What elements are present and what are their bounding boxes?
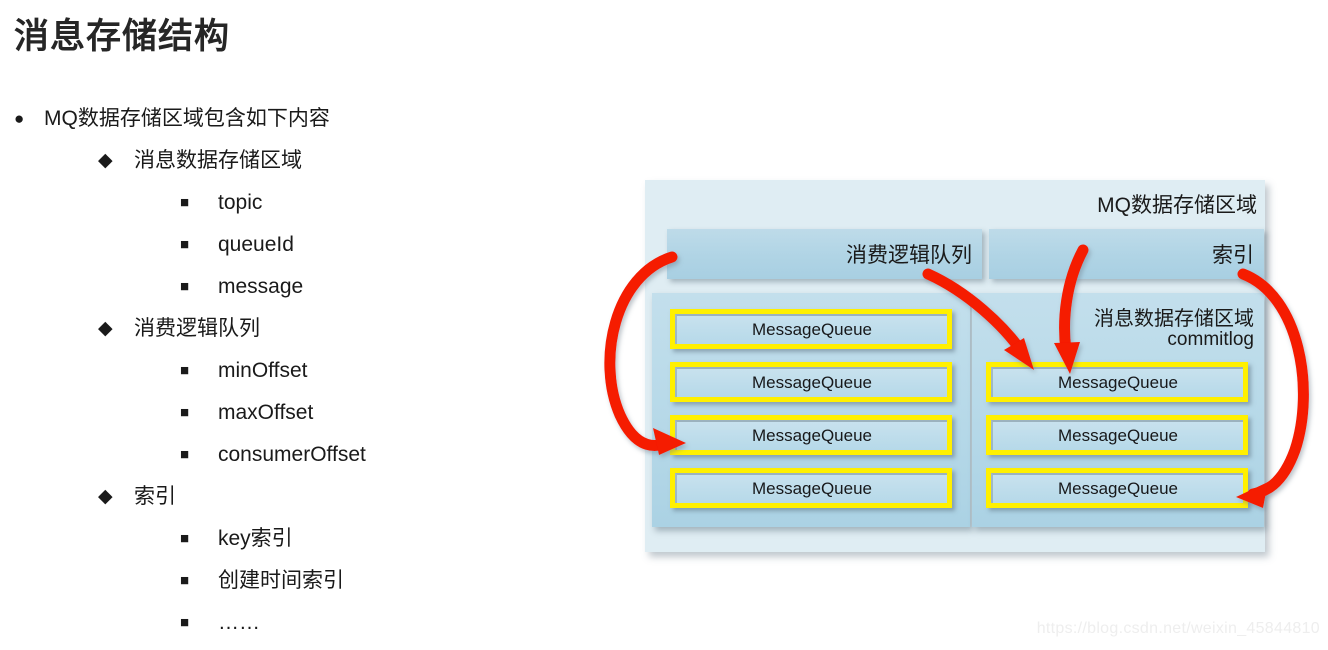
message-queue-label: MessageQueue — [1057, 373, 1179, 392]
container-title: MQ数据存储区域 — [1097, 194, 1257, 217]
square-bullet-icon: ■ — [180, 614, 190, 631]
list-item: ■ …… — [0, 602, 620, 644]
list-item: ■ minOffset — [0, 350, 620, 392]
commitlog-panel: 消息数据存储区域 commitlog MessageQueue MessageQ… — [972, 293, 1264, 527]
message-queue-box: MessageQueue — [670, 415, 952, 455]
diamond-bullet-icon: ◆ — [98, 318, 113, 339]
list-item-label: 创建时间索引 — [218, 569, 344, 592]
message-queue-box: MessageQueue — [670, 468, 952, 508]
message-queue-box: MessageQueue — [670, 309, 952, 349]
consume-queue-panel: MessageQueue MessageQueue MessageQueue M… — [652, 293, 970, 527]
list-item: ◆ 消费逻辑队列 — [0, 308, 620, 350]
list-item: ● MQ数据存储区域包含如下内容 — [0, 98, 620, 140]
list-item: ■ topic — [0, 182, 620, 224]
square-bullet-icon: ■ — [180, 572, 190, 589]
watermark: https://blog.csdn.net/weixin_45844810 — [1036, 620, 1320, 637]
message-queue-box: MessageQueue — [986, 468, 1248, 508]
message-queue-label: MessageQueue — [751, 426, 873, 445]
square-bullet-icon: ■ — [180, 362, 190, 379]
list-item-label: 消费逻辑队列 — [134, 317, 260, 340]
list-item-label: 索引 — [134, 485, 176, 508]
list-item: ■ consumerOffset — [0, 434, 620, 476]
storage-structure-diagram: MQ数据存储区域 消费逻辑队列 索引 MessageQueue MessageQ… — [645, 180, 1265, 552]
message-queue-box: MessageQueue — [986, 362, 1248, 402]
message-queue-box: MessageQueue — [670, 362, 952, 402]
message-queue-inner: MessageQueue — [991, 420, 1243, 450]
message-queue-label: MessageQueue — [1057, 426, 1179, 445]
message-queue-label: MessageQueue — [751, 373, 873, 392]
square-bullet-icon: ■ — [180, 278, 190, 295]
disc-bullet-icon: ● — [14, 109, 25, 128]
list-item: ■ key索引 — [0, 518, 620, 560]
list-item: ■ 创建时间索引 — [0, 560, 620, 602]
list-item-label: consumerOffset — [218, 443, 366, 466]
message-queue-inner: MessageQueue — [675, 420, 947, 450]
outline-list: ● MQ数据存储区域包含如下内容 ◆ 消息数据存储区域 ■ topic ■ qu… — [0, 98, 620, 644]
list-item-label: MQ数据存储区域包含如下内容 — [44, 107, 330, 130]
square-bullet-icon: ■ — [180, 446, 190, 463]
square-bullet-icon: ■ — [180, 404, 190, 421]
square-bullet-icon: ■ — [180, 530, 190, 547]
header-consume-queue: 消费逻辑队列 — [667, 229, 982, 279]
list-item: ■ queueId — [0, 224, 620, 266]
message-queue-inner: MessageQueue — [991, 367, 1243, 397]
square-bullet-icon: ■ — [180, 194, 190, 211]
list-item: ■ message — [0, 266, 620, 308]
message-queue-inner: MessageQueue — [675, 367, 947, 397]
header-label: 索引 — [1212, 244, 1254, 267]
message-queue-label: MessageQueue — [751, 479, 873, 498]
list-item-label: 消息数据存储区域 — [134, 149, 302, 172]
list-item-label: queueId — [218, 233, 294, 256]
message-queue-inner: MessageQueue — [675, 314, 947, 344]
list-item-label: minOffset — [218, 359, 308, 382]
list-item-label: …… — [218, 611, 260, 634]
diamond-bullet-icon: ◆ — [98, 150, 113, 171]
list-item-label: topic — [218, 191, 263, 214]
message-queue-inner: MessageQueue — [991, 473, 1243, 503]
list-item-label: message — [218, 275, 304, 298]
header-label: 消费逻辑队列 — [846, 244, 972, 267]
list-item: ◆ 索引 — [0, 476, 620, 518]
panel-caption-secondary: commitlog — [1167, 329, 1254, 350]
page-title: 消息存储结构 — [14, 17, 231, 56]
list-item: ■ maxOffset — [0, 392, 620, 434]
message-queue-inner: MessageQueue — [675, 473, 947, 503]
list-item: ◆ 消息数据存储区域 — [0, 140, 620, 182]
diamond-bullet-icon: ◆ — [98, 486, 113, 507]
message-queue-label: MessageQueue — [751, 320, 873, 339]
list-item-label: maxOffset — [218, 401, 314, 424]
square-bullet-icon: ■ — [180, 236, 190, 253]
mq-storage-container: MQ数据存储区域 消费逻辑队列 索引 MessageQueue MessageQ… — [645, 180, 1265, 552]
header-index: 索引 — [989, 229, 1264, 279]
panel-caption-primary: 消息数据存储区域 — [1094, 308, 1254, 330]
list-item-label: key索引 — [218, 527, 293, 550]
message-queue-label: MessageQueue — [1057, 479, 1179, 498]
message-queue-box: MessageQueue — [986, 415, 1248, 455]
